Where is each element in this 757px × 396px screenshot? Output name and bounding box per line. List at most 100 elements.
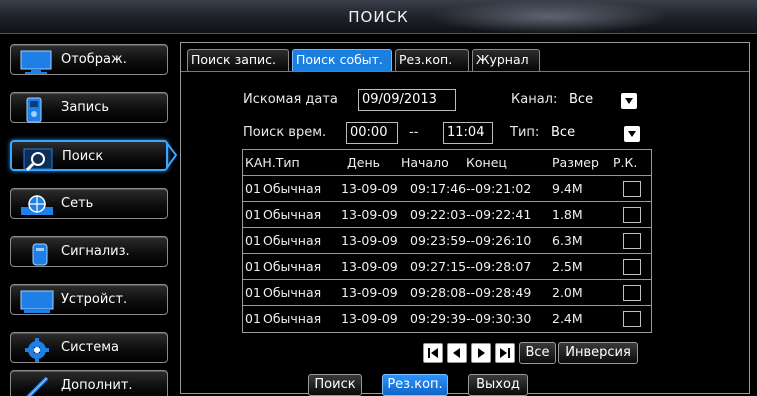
select-all-button[interactable]: Все xyxy=(519,342,556,364)
sidebar-item-record[interactable]: Запись xyxy=(10,92,168,123)
sidebar-item-system[interactable]: Система xyxy=(10,332,168,363)
chevron-down-icon[interactable] xyxy=(624,126,640,142)
table-row[interactable]: 01 Обычная 13-09-09 09:23:59--09:26:10 6… xyxy=(243,228,651,254)
cell-type: Обычная xyxy=(263,207,322,222)
cell-day: 13-09-09 xyxy=(341,207,398,222)
cell-size: 9.4M xyxy=(552,181,583,196)
tab-log[interactable]: Журнал xyxy=(472,49,540,71)
backup-checkbox[interactable] xyxy=(623,311,641,327)
sidebar-item-label: Сеть xyxy=(61,196,94,211)
network-icon xyxy=(21,195,53,215)
sidebar-item-label: Система xyxy=(61,340,120,355)
channel-label: Канал: xyxy=(511,92,558,107)
sidebar-item-network[interactable]: Сеть xyxy=(10,188,168,219)
sidebar-item-label: Дополнит. xyxy=(61,378,133,393)
header-start: Начало xyxy=(401,155,449,170)
cell-day: 13-09-09 xyxy=(341,233,398,248)
cell-size: 2.0M xyxy=(552,285,583,300)
table-row[interactable]: 01 Обычная 13-09-09 09:28:08--09:28:49 2… xyxy=(243,280,651,306)
alarm-icon xyxy=(32,243,48,266)
sidebar-item-label: Поиск xyxy=(62,149,104,164)
active-pointer-icon xyxy=(166,141,178,170)
sidebar-item-label: Сигнализ. xyxy=(61,244,130,259)
cell-day: 13-09-09 xyxy=(341,259,398,274)
header-ch-type: КАН.Тип xyxy=(245,155,300,170)
title-bar: ПОИСК xyxy=(0,0,757,34)
advanced-icon xyxy=(26,376,49,396)
chevron-down-icon[interactable] xyxy=(621,93,637,109)
sidebar-item-label: Запись xyxy=(61,100,110,115)
device-icon xyxy=(20,290,54,313)
tab-backup[interactable]: Рез.коп. xyxy=(395,49,469,71)
cell-time-range: 09:29:39--09:30:30 xyxy=(410,311,532,326)
sidebar-item-display[interactable]: Отображ. xyxy=(10,44,168,75)
sidebar-item-label: Устройст. xyxy=(61,292,128,307)
type-label: Тип: xyxy=(510,125,540,140)
cell-type: Обычная xyxy=(263,259,322,274)
channel-value: Все xyxy=(569,92,594,107)
sidebar-item-advanced[interactable]: Дополнит. xyxy=(10,370,168,396)
cell-channel: 01 xyxy=(245,207,261,222)
cell-size: 6.3M xyxy=(552,233,583,248)
cell-type: Обычная xyxy=(263,181,322,196)
cell-size: 2.5M xyxy=(552,259,583,274)
cell-channel: 01 xyxy=(245,311,261,326)
table-row[interactable]: 01 Обычная 13-09-09 09:22:03--09:22:41 1… xyxy=(243,202,651,228)
cell-day: 13-09-09 xyxy=(341,181,398,196)
backup-checkbox[interactable] xyxy=(623,259,641,275)
header-end: Конец xyxy=(466,155,507,170)
backup-checkbox[interactable] xyxy=(623,285,641,301)
chevron-left-icon xyxy=(453,348,460,358)
cell-channel: 01 xyxy=(245,233,261,248)
cell-time-range: 09:23:59--09:26:10 xyxy=(410,233,532,248)
time-from-field[interactable]: 00:00 xyxy=(346,122,398,144)
cell-size: 1.8M xyxy=(552,207,583,222)
cell-type: Обычная xyxy=(263,311,322,326)
next-page-button[interactable] xyxy=(471,343,491,363)
cell-day: 13-09-09 xyxy=(341,311,398,326)
skip-last-icon xyxy=(500,348,510,358)
date-label: Искомая дата xyxy=(243,92,338,107)
time-to-field[interactable]: 11:04 xyxy=(443,122,493,144)
header-rk: Р.К. xyxy=(613,155,638,170)
sidebar-item-search[interactable]: Поиск xyxy=(10,140,168,172)
tab-divider xyxy=(181,71,749,72)
header-size: Размер xyxy=(552,155,599,170)
sidebar-item-device[interactable]: Устройст. xyxy=(10,284,168,315)
tab-record-search[interactable]: Поиск запис. xyxy=(187,49,289,71)
backup-checkbox[interactable] xyxy=(623,207,641,223)
cell-time-range: 09:22:03--09:22:41 xyxy=(410,207,532,222)
type-value: Все xyxy=(551,125,576,140)
sidebar-item-alarm[interactable]: Сигнализ. xyxy=(10,236,168,267)
sidebar: Отображ. Запись Поиск Сеть Сигнализ. Уст… xyxy=(0,34,180,396)
search-button[interactable]: Поиск xyxy=(308,374,362,396)
time-separator: -- xyxy=(409,125,419,140)
sidebar-item-label: Отображ. xyxy=(61,52,127,67)
cell-type: Обычная xyxy=(263,285,322,300)
results-table: КАН.Тип День Начало Конец Размер Р.К. 01… xyxy=(242,149,652,333)
invert-selection-button[interactable]: Инверсия xyxy=(558,342,638,364)
prev-page-button[interactable] xyxy=(447,343,467,363)
cell-time-range: 09:28:08--09:28:49 xyxy=(410,285,532,300)
last-page-button[interactable] xyxy=(495,343,515,363)
table-row[interactable]: 01 Обычная 13-09-09 09:17:46--09:21:02 9… xyxy=(243,176,651,202)
window-title: ПОИСК xyxy=(348,8,409,26)
event-search-panel: Поиск запис. Поиск событ. Рез.коп. Журна… xyxy=(180,42,750,396)
cell-size: 2.4M xyxy=(552,311,583,326)
backup-button[interactable]: Рез.коп. xyxy=(382,374,448,396)
cell-channel: 01 xyxy=(245,259,261,274)
backup-checkbox[interactable] xyxy=(623,233,641,249)
header-day: День xyxy=(347,155,380,170)
date-field[interactable]: 09/09/2013 xyxy=(358,89,456,111)
table-row[interactable]: 01 Обычная 13-09-09 09:27:15--09:28:07 2… xyxy=(243,254,651,280)
table-row[interactable]: 01 Обычная 13-09-09 09:29:39--09:30:30 2… xyxy=(243,306,651,332)
exit-button[interactable]: Выход xyxy=(468,374,528,396)
cell-time-range: 09:17:46--09:21:02 xyxy=(410,181,532,196)
first-page-button[interactable] xyxy=(423,343,443,363)
cell-type: Обычная xyxy=(263,233,322,248)
cell-channel: 01 xyxy=(245,181,261,196)
cell-day: 13-09-09 xyxy=(341,285,398,300)
backup-checkbox[interactable] xyxy=(623,181,641,197)
chevron-right-icon xyxy=(478,348,485,358)
tab-event-search[interactable]: Поиск событ. xyxy=(292,49,392,71)
